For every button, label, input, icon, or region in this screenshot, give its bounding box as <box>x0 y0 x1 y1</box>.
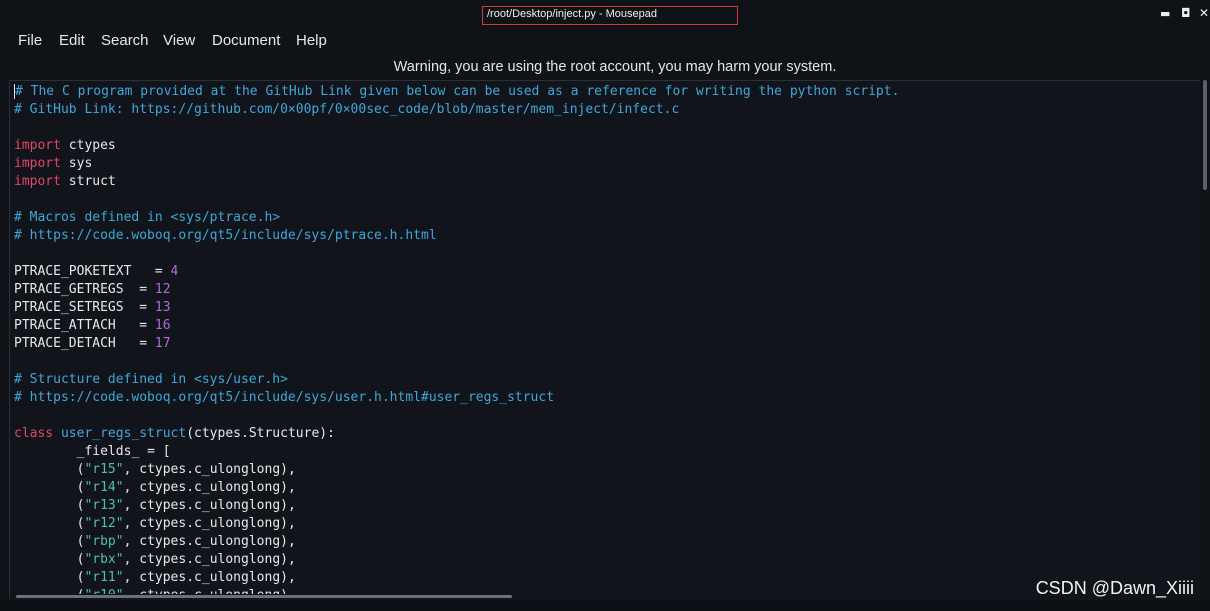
code-line[interactable]: # https://code.woboq.org/qt5/include/sys… <box>14 389 899 407</box>
code-line[interactable]: PTRACE_SETREGS = 13 <box>14 299 899 317</box>
code-line[interactable] <box>14 119 899 137</box>
code-line[interactable]: ("r14", ctypes.c_ulonglong), <box>14 479 899 497</box>
code-line[interactable]: import ctypes <box>14 137 899 155</box>
code-content[interactable]: # The C program provided at the GitHub L… <box>14 83 899 599</box>
menu-edit[interactable]: Edit <box>59 32 85 49</box>
code-line[interactable]: import struct <box>14 173 899 191</box>
menu-view[interactable]: View <box>163 32 195 49</box>
code-line[interactable]: ("r12", ctypes.c_ulonglong), <box>14 515 899 533</box>
vertical-scrollbar[interactable] <box>1200 80 1210 598</box>
horizontal-scrollbar-thumb[interactable] <box>16 595 512 598</box>
code-line[interactable]: ("r13", ctypes.c_ulonglong), <box>14 497 899 515</box>
code-line[interactable]: PTRACE_POKETEXT = 4 <box>14 263 899 281</box>
menu-help[interactable]: Help <box>296 32 327 49</box>
close-icon[interactable]: ✕ <box>1199 6 1209 20</box>
menu-document[interactable]: Document <box>212 32 280 49</box>
watermark: CSDN @Dawn_Xiiii <box>1035 578 1194 598</box>
code-line[interactable]: ("rbx", ctypes.c_ulonglong), <box>14 551 899 569</box>
code-line[interactable]: ("rbp", ctypes.c_ulonglong), <box>14 533 899 551</box>
code-line[interactable]: # The C program provided at the GitHub L… <box>14 83 899 101</box>
code-line[interactable] <box>14 353 899 371</box>
root-warning-banner: Warning, you are using the root account,… <box>393 59 837 75</box>
code-line[interactable]: ("r15", ctypes.c_ulonglong), <box>14 461 899 479</box>
maximize-icon[interactable]: ◘ <box>1181 6 1191 20</box>
code-line[interactable]: # https://code.woboq.org/qt5/include/sys… <box>14 227 899 245</box>
code-line[interactable]: _fields_ = [ <box>14 443 899 461</box>
code-line[interactable]: # Structure defined in <sys/user.h> <box>14 371 899 389</box>
code-line[interactable]: class user_regs_struct(ctypes.Structure)… <box>14 425 899 443</box>
code-line[interactable]: # GitHub Link: https://github.com/0×00pf… <box>14 101 899 119</box>
menu-bar: File Edit Search View Document Help <box>0 28 1210 54</box>
code-line[interactable]: PTRACE_DETACH = 17 <box>14 335 899 353</box>
code-line[interactable]: import sys <box>14 155 899 173</box>
window-title: /root/Desktop/inject.py - Mousepad <box>482 6 738 25</box>
title-bar: /root/Desktop/inject.py - Mousepad ▬ ◘ ✕ <box>0 0 1210 28</box>
text-editor[interactable]: # The C program provided at the GitHub L… <box>9 80 1210 599</box>
code-line[interactable] <box>14 191 899 209</box>
code-line[interactable] <box>14 245 899 263</box>
vertical-scrollbar-thumb[interactable] <box>1203 80 1207 190</box>
code-line[interactable] <box>14 407 899 425</box>
minimize-icon[interactable]: ▬ <box>1160 7 1170 20</box>
code-line[interactable]: ("r11", ctypes.c_ulonglong), <box>14 569 899 587</box>
code-line[interactable]: PTRACE_ATTACH = 16 <box>14 317 899 335</box>
code-line[interactable]: PTRACE_GETREGS = 12 <box>14 281 899 299</box>
menu-file[interactable]: File <box>18 32 42 49</box>
status-bar <box>0 600 1210 611</box>
menu-search[interactable]: Search <box>101 32 149 49</box>
code-line[interactable]: # Macros defined in <sys/ptrace.h> <box>14 209 899 227</box>
